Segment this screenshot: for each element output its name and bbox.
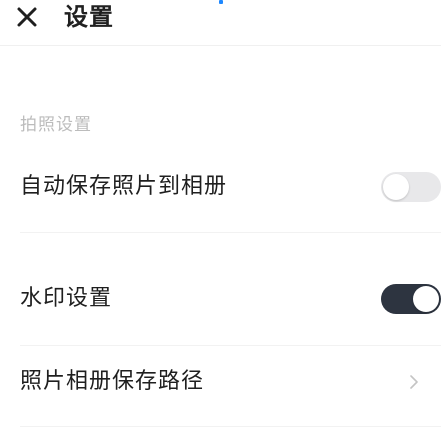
close-button[interactable] xyxy=(12,2,42,32)
header-divider xyxy=(0,45,441,46)
setting-row-watermark[interactable]: 水印设置 xyxy=(0,282,441,342)
row-divider xyxy=(20,426,441,427)
row-divider xyxy=(20,232,441,233)
section-label: 拍照设置 xyxy=(20,115,92,135)
chevron-right-icon xyxy=(406,374,422,390)
setting-row-save-path[interactable]: 照片相册保存路径 xyxy=(0,364,441,424)
auto-save-toggle[interactable] xyxy=(381,172,441,202)
row-divider xyxy=(20,345,441,346)
close-icon xyxy=(16,6,38,28)
toggle-knob xyxy=(383,174,409,200)
setting-label: 自动保存照片到相册 xyxy=(20,174,228,199)
toggle-knob xyxy=(413,286,439,312)
setting-row-auto-save[interactable]: 自动保存照片到相册 xyxy=(0,170,441,230)
top-bar: 设置 xyxy=(0,0,441,36)
accent-indicator xyxy=(219,0,223,4)
page-title: 设置 xyxy=(64,3,114,31)
watermark-toggle[interactable] xyxy=(381,284,441,314)
setting-label: 照片相册保存路径 xyxy=(20,369,205,394)
setting-label: 水印设置 xyxy=(20,286,113,311)
